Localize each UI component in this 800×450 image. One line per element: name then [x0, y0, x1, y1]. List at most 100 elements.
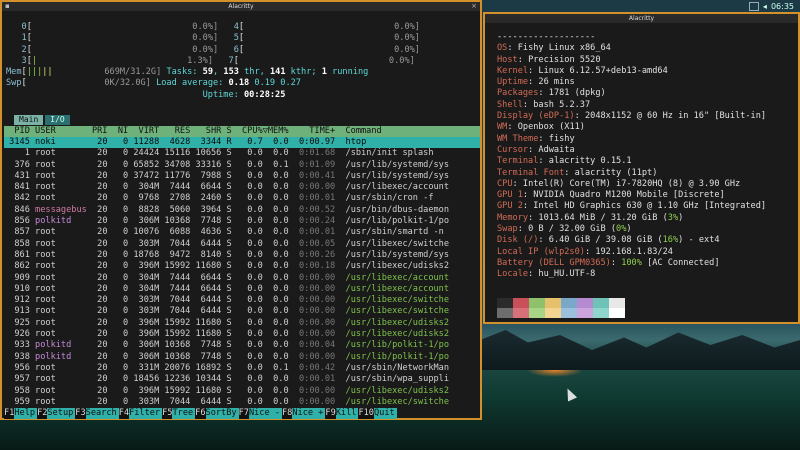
pid-cell: 912 — [4, 295, 36, 306]
res-cell: 10368 — [159, 351, 191, 362]
fkey-f1[interactable]: F1 Help — [4, 408, 38, 419]
window-close-icon[interactable]: × — [471, 2, 477, 11]
color-swatch — [545, 298, 561, 308]
ni-cell: 0 — [107, 329, 129, 340]
cpu-cell: 0.0 — [231, 238, 263, 249]
color-swatch — [561, 298, 577, 308]
cpu-number: 7 — [213, 55, 234, 66]
fkey-f10[interactable]: F10 Quit — [358, 408, 397, 419]
process-row[interactable]: 956 root 20 0 331M 20076 16892 S 0.0 0.1… — [4, 363, 480, 374]
cpu-cell: 0.0 — [231, 193, 263, 204]
process-row[interactable]: 856 polkitd 20 0 306M 10368 7748 S 0.0 0… — [4, 216, 480, 227]
user-cell: root — [35, 317, 87, 328]
tab-main[interactable]: Main — [14, 115, 44, 125]
mem-cell: 0.0 — [262, 148, 289, 159]
pid-cell: 959 — [4, 396, 36, 407]
user-cell: root — [35, 329, 87, 340]
process-row[interactable]: 933 polkitd 20 0 306M 10368 7748 S 0.0 0… — [4, 340, 480, 351]
window-menu-icon[interactable]: ▪ — [5, 2, 10, 11]
virt-cell: 8828 — [128, 204, 160, 215]
process-row[interactable]: 861 root 20 0 18768 9472 8140 S 0.0 0.0 … — [4, 250, 480, 261]
process-row[interactable]: 862 root 20 0 396M 15992 11680 S 0.0 0.0… — [4, 261, 480, 272]
process-row[interactable]: 925 root 20 0 396M 15992 11680 S 0.0 0.0… — [4, 318, 480, 329]
process-row[interactable]: 912 root 20 0 303M 7044 6444 S 0.0 0.0 0… — [4, 295, 480, 306]
info-key: Shell — [497, 99, 523, 110]
htop-window[interactable]: ▪ Alacritty × 0[ 0.0%] 4[ 0.0%] 1[ 0.0%]… — [0, 0, 482, 420]
virt-cell: 306M — [128, 340, 160, 351]
process-row[interactable]: 376 root 20 0 65852 34708 33316 S 0.0 0.… — [4, 160, 480, 171]
process-row[interactable]: 857 root 20 0 10076 6088 4636 S 0.0 0.0 … — [4, 227, 480, 238]
fkey-f5[interactable]: F5 Tree — [162, 408, 196, 419]
process-row[interactable]: 926 root 20 0 396M 15992 11680 S 0.0 0.0… — [4, 329, 480, 340]
workspace-icon[interactable] — [748, 1, 759, 11]
cpu-cell: 0.0 — [231, 249, 263, 260]
state-cell: S — [221, 261, 232, 272]
process-row[interactable]: 938 polkitd 20 0 306M 10368 7748 S 0.0 0… — [4, 352, 480, 363]
fkey-f7[interactable]: F7 Nice - — [238, 408, 282, 419]
info-line: GPU 2: Intel HD Graphics 630 @ 1.10 GHz … — [497, 201, 766, 212]
res-cell: 6088 — [159, 227, 191, 238]
process-table-header[interactable]: PID USER PRI NI VIRT RES SHR S CPU%▽MEM%… — [4, 126, 480, 137]
state-cell: S — [221, 238, 232, 249]
color-swatch — [513, 308, 529, 318]
fastfetch-window[interactable]: Alacritty ------------------- OS: Fishy L… — [483, 12, 800, 324]
tab-io[interactable]: I/O — [45, 115, 70, 125]
uptime-label: Uptime: — [6, 89, 244, 100]
fkey-f3[interactable]: F3 Search — [75, 408, 119, 419]
process-row[interactable]: 959 root 20 0 303M 7044 6444 S 0.0 0.0 0… — [4, 397, 480, 408]
process-row[interactable]: 913 root 20 0 303M 7044 6444 S 0.0 0.0 0… — [4, 306, 480, 317]
fkey-f9[interactable]: F9 Kill — [325, 408, 359, 419]
ni-cell: 0 — [107, 351, 129, 362]
pri-cell: 20 — [86, 295, 108, 306]
info-line: Disk (/): 6.40 GiB / 39.08 GiB (16%) - e… — [497, 235, 766, 246]
state-cell: R — [221, 137, 232, 147]
cpu-cell: 0.0 — [231, 340, 263, 351]
process-row[interactable]: 1 root 20 0 24424 15116 10656 S 0.0 0.0 … — [4, 148, 480, 159]
fkey-f6[interactable]: F6 SortBy — [195, 408, 239, 419]
process-row[interactable]: 431 root 20 0 37472 11776 7988 S 0.0 0.0… — [4, 171, 480, 182]
pri-cell: 20 — [86, 351, 108, 362]
process-list[interactable]: 3145 noki 20 0 11288 4628 3344 R 0.7 0.0… — [4, 137, 480, 408]
pid-cell: 913 — [4, 306, 36, 317]
mem-cell: 0.0 — [262, 374, 289, 385]
info-key: Swap — [497, 224, 518, 235]
info-value: 1781 (dpkg) — [548, 88, 606, 99]
shr-cell: 11680 — [190, 261, 222, 272]
user-cell: root — [35, 159, 87, 170]
fkey-label: Tree — [172, 408, 196, 419]
speaker-icon[interactable]: ◂ — [763, 2, 767, 11]
process-row[interactable]: 3145 noki 20 0 11288 4628 3344 R 0.7 0.0… — [4, 137, 480, 149]
thr-label: thr, — [238, 67, 270, 78]
shr-cell: 7748 — [190, 216, 222, 227]
process-row[interactable]: 957 root 20 0 18456 12236 10344 S 0.0 0.… — [4, 374, 480, 385]
process-row[interactable]: 842 root 20 0 9768 2708 2460 S 0.0 0.0 0… — [4, 193, 480, 204]
process-row[interactable]: 958 root 20 0 396M 15992 11680 S 0.0 0.0… — [4, 386, 480, 397]
command-cell: /usr/sbin/smartd -n — [335, 227, 444, 238]
virt-cell: 396M — [128, 261, 160, 272]
fkey-f4[interactable]: F4 Filter — [118, 408, 163, 419]
info-value: Intel HD Graphics 630 @ 1.10 GHz [Integr… — [533, 201, 767, 212]
ni-cell: 0 — [107, 317, 129, 328]
process-row[interactable]: 909 root 20 0 304M 7444 6644 S 0.0 0.0 0… — [4, 273, 480, 284]
fastfetch-titlebar[interactable]: Alacritty — [485, 14, 798, 23]
process-row[interactable]: 846 messagebus 20 0 8828 5060 3964 S 0.0… — [4, 205, 480, 216]
cpu-number: 6 — [218, 44, 239, 55]
cpu-meter-row: 3[| 1.3%] 7[ 0.0%] — [6, 56, 480, 67]
mem-cell: 0.0 — [262, 385, 289, 396]
command-cell: /usr/libexec/account — [335, 272, 450, 283]
process-row[interactable]: 910 root 20 0 304M 7444 6644 S 0.0 0.0 0… — [4, 284, 480, 295]
htop-tabs: Main I/O — [14, 115, 70, 125]
threads-count: 153 — [223, 67, 239, 78]
cpu-cell: 0.0 — [231, 317, 263, 328]
htop-titlebar[interactable]: ▪ Alacritty × — [2, 2, 480, 11]
fkey-f8[interactable]: F8 Nice + — [281, 408, 326, 419]
fkey-f2[interactable]: F2 Setup — [37, 408, 76, 419]
process-row[interactable]: 841 root 20 0 304M 7444 6644 S 0.0 0.0 0… — [4, 182, 480, 193]
time-cell: 0:00.26 — [288, 249, 336, 260]
mem-value: 669M/31.2G] — [52, 67, 162, 78]
fkey-label: Help — [14, 408, 38, 419]
time-cell: 0:00.05 — [288, 238, 336, 249]
user-cell: root — [35, 306, 87, 317]
pri-cell: 20 — [86, 238, 108, 249]
process-row[interactable]: 858 root 20 0 303M 7044 6444 S 0.0 0.0 0… — [4, 239, 480, 250]
